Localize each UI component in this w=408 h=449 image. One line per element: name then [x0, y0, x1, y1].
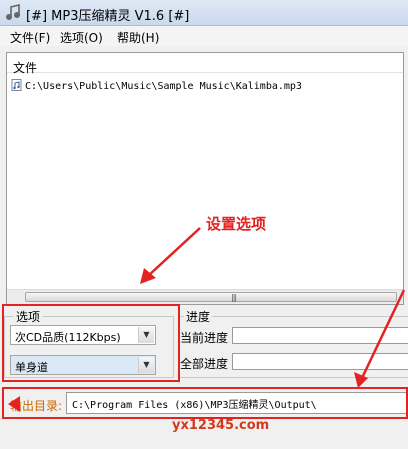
- highlight-options-box: [2, 304, 180, 382]
- progress-legend: 进度: [184, 308, 213, 325]
- window-title: [#] MP3压缩精灵 V1.6 [#]: [26, 9, 190, 24]
- current-progress-bar: [232, 327, 408, 344]
- horizontal-scrollbar[interactable]: |||: [7, 289, 403, 304]
- highlight-output-box: [2, 387, 408, 419]
- menu-options[interactable]: 选项(O): [60, 29, 103, 46]
- menu-help[interactable]: 帮助(H): [117, 29, 159, 46]
- menu-bar: 文件(F) 选项(O) 帮助(H): [0, 26, 408, 46]
- scrollbar-thumb[interactable]: |||: [25, 292, 397, 302]
- file-path: C:\Users\Public\Music\Sample Music\Kalim…: [25, 81, 302, 92]
- current-progress-label: 当前进度: [180, 331, 229, 345]
- grip-icon: |||: [231, 293, 237, 302]
- total-progress-label: 全部进度: [180, 357, 229, 371]
- file-list[interactable]: 文件 C:\Users\Public\Music\Sample Music\Ka…: [6, 52, 404, 305]
- list-item[interactable]: C:\Users\Public\Music\Sample Music\Kalim…: [11, 79, 302, 92]
- total-progress-bar: [232, 353, 408, 370]
- file-column-header[interactable]: 文件: [7, 53, 403, 75]
- audio-file-icon: [11, 79, 22, 91]
- title-bar: [#] MP3压缩精灵 V1.6 [#]: [0, 0, 408, 26]
- watermark: yx12345.com: [172, 418, 270, 433]
- music-note-icon: [6, 4, 20, 20]
- menu-file[interactable]: 文件(F): [10, 29, 50, 46]
- annotation-text: 设置选项: [206, 215, 267, 233]
